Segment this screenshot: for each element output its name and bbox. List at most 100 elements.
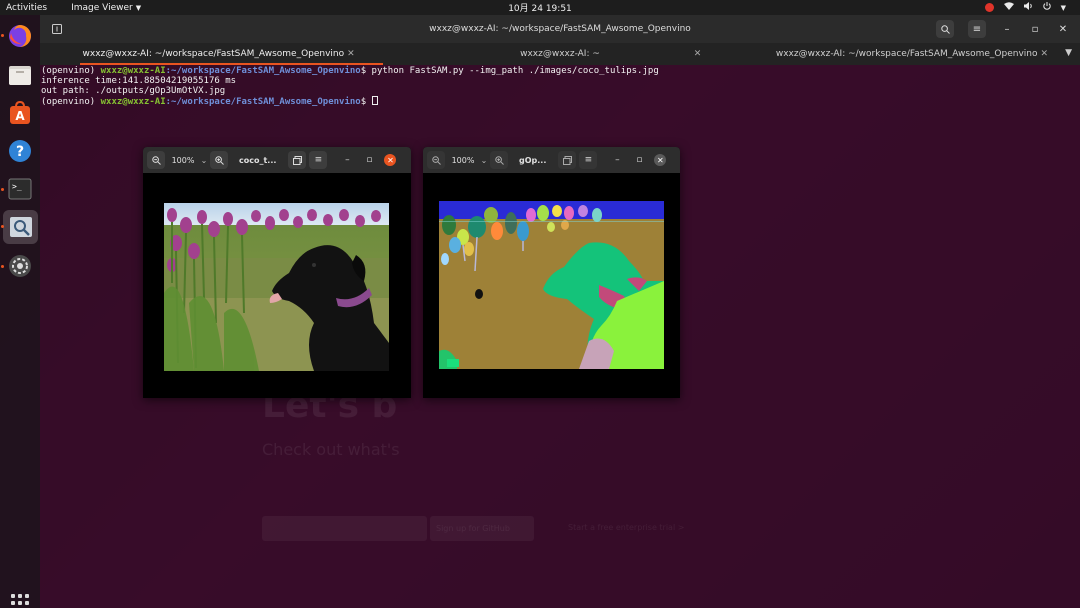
cwd-path: :~/workspace/FastSAM_Awsome_Openvino	[165, 66, 361, 76]
prompt-symbol: $	[360, 97, 372, 107]
chevron-down-icon[interactable]: ⌄	[198, 156, 210, 165]
tab-label: wxxz@wxxz-AI: ~/workspace/FastSAM_Awsome…	[82, 49, 345, 59]
terminal-tab[interactable]: wxxz@wxxz-AI: ~ ✕	[387, 43, 734, 65]
maximize-button[interactable]: ▫	[628, 155, 650, 165]
tulips-dog-photo	[164, 203, 389, 371]
dock-software[interactable]: A	[6, 99, 34, 127]
chevron-down-icon[interactable]: ⌄	[478, 156, 490, 165]
maximize-button[interactable]: ▫	[358, 155, 380, 165]
terminal-output[interactable]: (openvino) wxxz@wxxz-AI:~/workspace/Fast…	[40, 65, 1080, 107]
close-button[interactable]: ✕	[654, 154, 667, 166]
dock-files[interactable]	[6, 61, 34, 89]
app-menu[interactable]: Image Viewer ▼	[71, 3, 141, 13]
close-button[interactable]: ✕	[384, 154, 397, 166]
close-icon[interactable]: ✕	[1040, 49, 1048, 59]
activities-button[interactable]: Activities	[6, 3, 47, 13]
dock: A ? >_	[0, 15, 40, 608]
minimize-button[interactable]: –	[606, 155, 628, 165]
svg-text:A: A	[15, 109, 25, 123]
hamburger-icon: ≡	[314, 155, 323, 165]
running-indicator	[1, 225, 4, 228]
system-tray[interactable]: ▼	[984, 2, 1066, 13]
tab-label: wxxz@wxxz-AI: ~	[520, 49, 600, 59]
gallery-icon	[292, 155, 302, 165]
text-cursor	[371, 96, 378, 105]
minimize-button[interactable]: –	[1000, 24, 1014, 35]
running-indicator	[1, 265, 4, 268]
dock-help[interactable]: ?	[6, 137, 34, 165]
outpath-line: out path: ./outputs/gOp3UmOtVX.jpg	[41, 86, 226, 96]
files-icon	[9, 66, 31, 85]
zoom-level[interactable]: 100%	[448, 156, 478, 165]
env-prefix: (openvino)	[41, 66, 101, 76]
menu-button[interactable]: ≡	[968, 20, 986, 38]
dock-image-viewer[interactable]	[3, 210, 38, 244]
zoom-out-button[interactable]	[147, 151, 165, 169]
wifi-icon[interactable]	[1003, 2, 1014, 13]
terminal-tab-bar: wxxz@wxxz-AI: ~/workspace/FastSAM_Awsome…	[40, 43, 1080, 65]
software-icon: A	[10, 101, 30, 124]
do-not-disturb-icon[interactable]	[984, 3, 994, 12]
svg-text:?: ?	[16, 144, 24, 160]
maximize-button[interactable]: ▫	[1028, 24, 1042, 35]
viewer-header: 100% ⌄ gOp... ≡ – ▫ ✕	[423, 147, 680, 173]
user-host: wxxz@wxxz-AI	[100, 97, 166, 107]
tabs-menu-icon[interactable]: ▼	[1065, 48, 1072, 58]
close-icon[interactable]: ✕	[694, 49, 702, 59]
dock-terminal[interactable]: >_	[6, 175, 34, 203]
viewer-title: gOp...	[519, 155, 547, 165]
zoom-in-icon	[494, 155, 504, 165]
hamburger-icon: ≡	[584, 155, 593, 165]
running-indicator	[1, 34, 4, 37]
terminal-tab[interactable]: wxxz@wxxz-AI: ~/workspace/FastSAM_Awsome…	[733, 43, 1080, 65]
show-applications-button[interactable]	[11, 594, 29, 608]
running-indicator	[1, 188, 4, 191]
close-button[interactable]: ✕	[1056, 24, 1070, 35]
zoom-out-button[interactable]	[427, 151, 445, 169]
hamburger-icon: ≡	[972, 23, 982, 35]
close-icon[interactable]: ✕	[347, 49, 355, 59]
power-icon[interactable]	[1042, 2, 1051, 13]
top-bar: Activities Image Viewer ▼ 10月 24 19:51 ▼	[0, 0, 1080, 15]
zoom-in-button[interactable]	[490, 151, 508, 169]
env-prefix: (openvino)	[41, 97, 101, 107]
terminal-title: wxxz@wxxz-AI: ~/workspace/FastSAM_Awsome…	[429, 24, 691, 34]
svg-text:>_: >_	[12, 182, 22, 191]
inference-line: inference time:141.88504219055176 ms	[41, 76, 237, 86]
gallery-icon	[562, 155, 572, 165]
terminal-titlebar: wxxz@wxxz-AI: ~/workspace/FastSAM_Awsome…	[40, 15, 1080, 43]
new-tab-button[interactable]	[46, 20, 68, 38]
volume-icon[interactable]	[1023, 2, 1033, 13]
image-viewer-window-segmented: 100% ⌄ gOp... ≡ – ▫ ✕	[423, 147, 680, 398]
zoom-out-icon	[151, 155, 161, 165]
menu-button[interactable]: ≡	[309, 151, 328, 169]
image-viewer-icon	[9, 217, 32, 237]
user-host: wxxz@wxxz-AI	[100, 66, 166, 76]
cwd-path: :~/workspace/FastSAM_Awsome_Openvino	[165, 97, 361, 107]
menu-button[interactable]: ≡	[579, 151, 598, 169]
chevron-down-icon[interactable]: ▼	[1061, 4, 1066, 12]
viewer-title: coco_t...	[239, 155, 277, 165]
search-button[interactable]	[936, 20, 954, 38]
settings-icon	[9, 255, 31, 277]
terminal-icon: >_	[8, 178, 32, 200]
dock-firefox[interactable]	[6, 22, 34, 50]
command-text: $ python FastSAM.py --img_path ./images/…	[360, 66, 659, 76]
zoom-in-icon	[214, 155, 224, 165]
gallery-button[interactable]	[288, 151, 307, 169]
zoom-in-button[interactable]	[210, 151, 228, 169]
terminal-tab[interactable]: wxxz@wxxz-AI: ~/workspace/FastSAM_Awsome…	[40, 43, 387, 65]
zoom-out-icon	[431, 155, 441, 165]
dock-settings[interactable]	[6, 252, 34, 280]
tab-label: wxxz@wxxz-AI: ~/workspace/FastSAM_Awsome…	[775, 49, 1038, 59]
zoom-level[interactable]: 100%	[168, 156, 198, 165]
app-menu-label: Image Viewer	[71, 2, 133, 13]
gallery-button[interactable]	[558, 151, 577, 169]
help-icon: ?	[9, 140, 31, 162]
firefox-icon	[9, 25, 31, 47]
search-icon	[940, 24, 950, 34]
segmentation-output-image	[439, 201, 664, 369]
chevron-down-icon: ▼	[135, 3, 142, 12]
clock[interactable]: 10月 24 19:51	[0, 1, 1080, 14]
minimize-button[interactable]: –	[336, 155, 358, 165]
